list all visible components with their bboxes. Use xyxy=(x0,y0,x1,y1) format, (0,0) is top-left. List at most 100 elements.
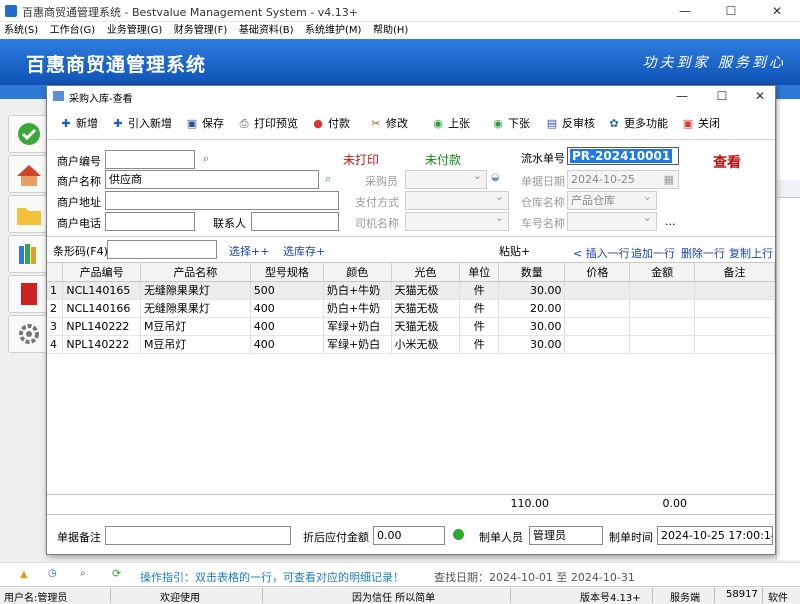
refresh-icon[interactable]: ⟳ xyxy=(112,567,121,580)
buyer-select[interactable] xyxy=(405,170,487,189)
customer-code-input[interactable] xyxy=(105,150,195,169)
side-launcher-check[interactable] xyxy=(8,115,50,153)
cell-product-name[interactable]: M豆吊灯 xyxy=(140,317,251,336)
cell-qty[interactable]: 30.00 xyxy=(498,335,566,354)
cell-price[interactable] xyxy=(564,335,631,354)
cell-light-color[interactable]: 天猫无极 xyxy=(391,299,461,318)
search-icon[interactable]: ⌕ xyxy=(203,152,209,166)
cell-qty[interactable]: 30.00 xyxy=(498,317,566,336)
next-button[interactable]: ◉ 下张 xyxy=(491,114,530,134)
import-new-button[interactable]: ✚ 引入新增 xyxy=(111,114,172,134)
new-button[interactable]: ✚ 新增 xyxy=(59,114,98,134)
search-icon[interactable]: ⌕ xyxy=(325,172,331,186)
copy-prev-row-link[interactable]: 复制上行 xyxy=(729,245,773,261)
cell-color[interactable]: 奶白+牛奶 xyxy=(323,299,392,318)
cell-product-name[interactable]: 无缝隙果果灯 xyxy=(140,299,251,318)
column-header-amount[interactable]: 金额 xyxy=(629,263,696,282)
date-input[interactable]: 2024-10-25 ▦ xyxy=(567,170,679,189)
cell-amount[interactable] xyxy=(629,281,696,300)
eye-icon[interactable]: ◒ xyxy=(491,172,500,183)
table-row[interactable]: 2 NCL140166 无缝隙果果灯 400 奶白+牛奶 天猫无极 件 20.0… xyxy=(47,299,775,318)
cell-color[interactable]: 军绿+奶白 xyxy=(323,317,392,336)
cell-unit[interactable]: 件 xyxy=(459,299,500,318)
close-icon[interactable]: ✕ xyxy=(754,0,800,22)
cell-unit[interactable]: 件 xyxy=(459,317,500,336)
column-header-remark[interactable]: 备注 xyxy=(694,263,775,282)
table-row[interactable]: 4 NPL140222 M豆吊灯 400 军绿+奶白 小米无极 件 30.00 xyxy=(47,335,775,354)
driver-select[interactable] xyxy=(405,212,509,231)
menu-maintenance[interactable]: 系统维护(M) xyxy=(301,22,365,39)
calendar-icon[interactable]: ▦ xyxy=(664,172,674,187)
cell-product-name[interactable]: M豆吊灯 xyxy=(140,335,251,354)
side-launcher-books[interactable] xyxy=(8,235,50,273)
maker-input[interactable]: 管理员 xyxy=(529,526,603,545)
cell-price[interactable] xyxy=(564,281,631,300)
remark-input[interactable] xyxy=(105,526,291,545)
menu-business[interactable]: 业务管理(G) xyxy=(103,22,167,39)
customer-name-input[interactable]: 供应商 xyxy=(105,170,319,189)
table-row[interactable]: 3 NPL140222 M豆吊灯 400 军绿+奶白 天猫无极 件 30.00 xyxy=(47,317,775,336)
cell-color[interactable]: 奶白+牛奶 xyxy=(323,281,392,300)
column-header-color[interactable]: 颜色 xyxy=(323,263,392,282)
side-launcher-settings[interactable] xyxy=(8,315,50,353)
cell-spec[interactable]: 500 xyxy=(250,281,324,300)
column-header-product-code[interactable]: 产品编号 xyxy=(62,263,141,282)
cell-product-code[interactable]: NPL140222 xyxy=(62,317,141,336)
pay-method-select[interactable] xyxy=(405,191,509,210)
cell-price[interactable] xyxy=(564,299,631,318)
customer-address-input[interactable] xyxy=(105,191,339,210)
cell-unit[interactable]: 件 xyxy=(459,281,500,300)
make-time-input[interactable]: 2024-10-25 17:00:14 xyxy=(657,526,773,545)
side-launcher-folder[interactable] xyxy=(8,195,50,233)
column-header-qty[interactable]: 数量 xyxy=(498,263,566,282)
menu-finance[interactable]: 财务管理(F) xyxy=(170,22,232,39)
clock-icon[interactable]: ◷ xyxy=(48,568,57,579)
more-functions-button[interactable]: ✿ 更多功能 xyxy=(607,114,668,134)
side-launcher-book[interactable] xyxy=(8,275,50,313)
cell-amount[interactable] xyxy=(629,317,696,336)
cell-light-color[interactable]: 小米无极 xyxy=(391,335,461,354)
close-button[interactable]: ▣ 关闭 xyxy=(681,114,720,134)
maximize-icon[interactable]: ☐ xyxy=(708,0,754,22)
cell-light-color[interactable]: 天猫无极 xyxy=(391,281,461,300)
cell-amount[interactable] xyxy=(629,335,696,354)
menu-system[interactable]: 系统(S) xyxy=(0,22,42,39)
cell-unit[interactable]: 件 xyxy=(459,335,500,354)
serial-input[interactable]: PR-202410001 xyxy=(567,147,679,165)
column-header-unit[interactable]: 单位 xyxy=(459,263,500,282)
barcode-input[interactable] xyxy=(107,240,217,259)
warehouse-select[interactable]: 产品仓库 xyxy=(567,191,657,210)
table-row[interactable]: 1 NCL140165 无缝隙果果灯 500 奶白+牛奶 天猫无极 件 30.0… xyxy=(47,281,775,300)
unaudit-button[interactable]: ▤ 反审核 xyxy=(545,114,595,134)
column-header-product-name[interactable]: 产品名称 xyxy=(140,263,251,282)
cell-color[interactable]: 军绿+奶白 xyxy=(323,335,392,354)
cell-product-code[interactable]: NCL140166 xyxy=(62,299,141,318)
search-icon[interactable]: ⌕ xyxy=(80,568,86,579)
customer-phone-input[interactable] xyxy=(105,212,195,231)
cell-qty[interactable]: 30.00 xyxy=(498,281,566,300)
cell-product-code[interactable]: NCL140165 xyxy=(62,281,141,300)
cell-remark[interactable] xyxy=(694,281,775,300)
cell-spec[interactable]: 400 xyxy=(250,335,324,354)
append-row-link[interactable]: 追加一行 xyxy=(631,245,675,261)
select-link[interactable]: 选择++ xyxy=(229,243,269,259)
prev-button[interactable]: ◉ 上张 xyxy=(431,114,470,134)
delete-row-link[interactable]: 删除一行 xyxy=(681,245,725,261)
cell-spec[interactable]: 400 xyxy=(250,299,324,318)
cell-light-color[interactable]: 天猫无极 xyxy=(391,317,461,336)
cell-product-name[interactable]: 无缝隙果果灯 xyxy=(140,281,251,300)
column-header-light-color[interactable]: 光色 xyxy=(391,263,461,282)
cell-spec[interactable]: 400 xyxy=(250,317,324,336)
save-button[interactable]: ▣ 保存 xyxy=(185,114,224,134)
menu-help[interactable]: 帮助(H) xyxy=(369,22,412,39)
payable-input[interactable]: 0.00 xyxy=(373,526,445,545)
select-stock-link[interactable]: 选库存+ xyxy=(283,243,325,259)
column-header[interactable] xyxy=(47,263,64,282)
minimize-icon[interactable]: — xyxy=(662,0,708,22)
cell-product-code[interactable]: NPL140222 xyxy=(62,335,141,354)
warning-icon[interactable]: ▲ xyxy=(20,569,28,580)
column-header-spec[interactable]: 型号规格 xyxy=(250,263,324,282)
menu-basic-data[interactable]: 基础资料(B) xyxy=(235,22,298,39)
menu-workbench[interactable]: 工作台(G) xyxy=(46,22,100,39)
cell-qty[interactable]: 20.00 xyxy=(498,299,566,318)
